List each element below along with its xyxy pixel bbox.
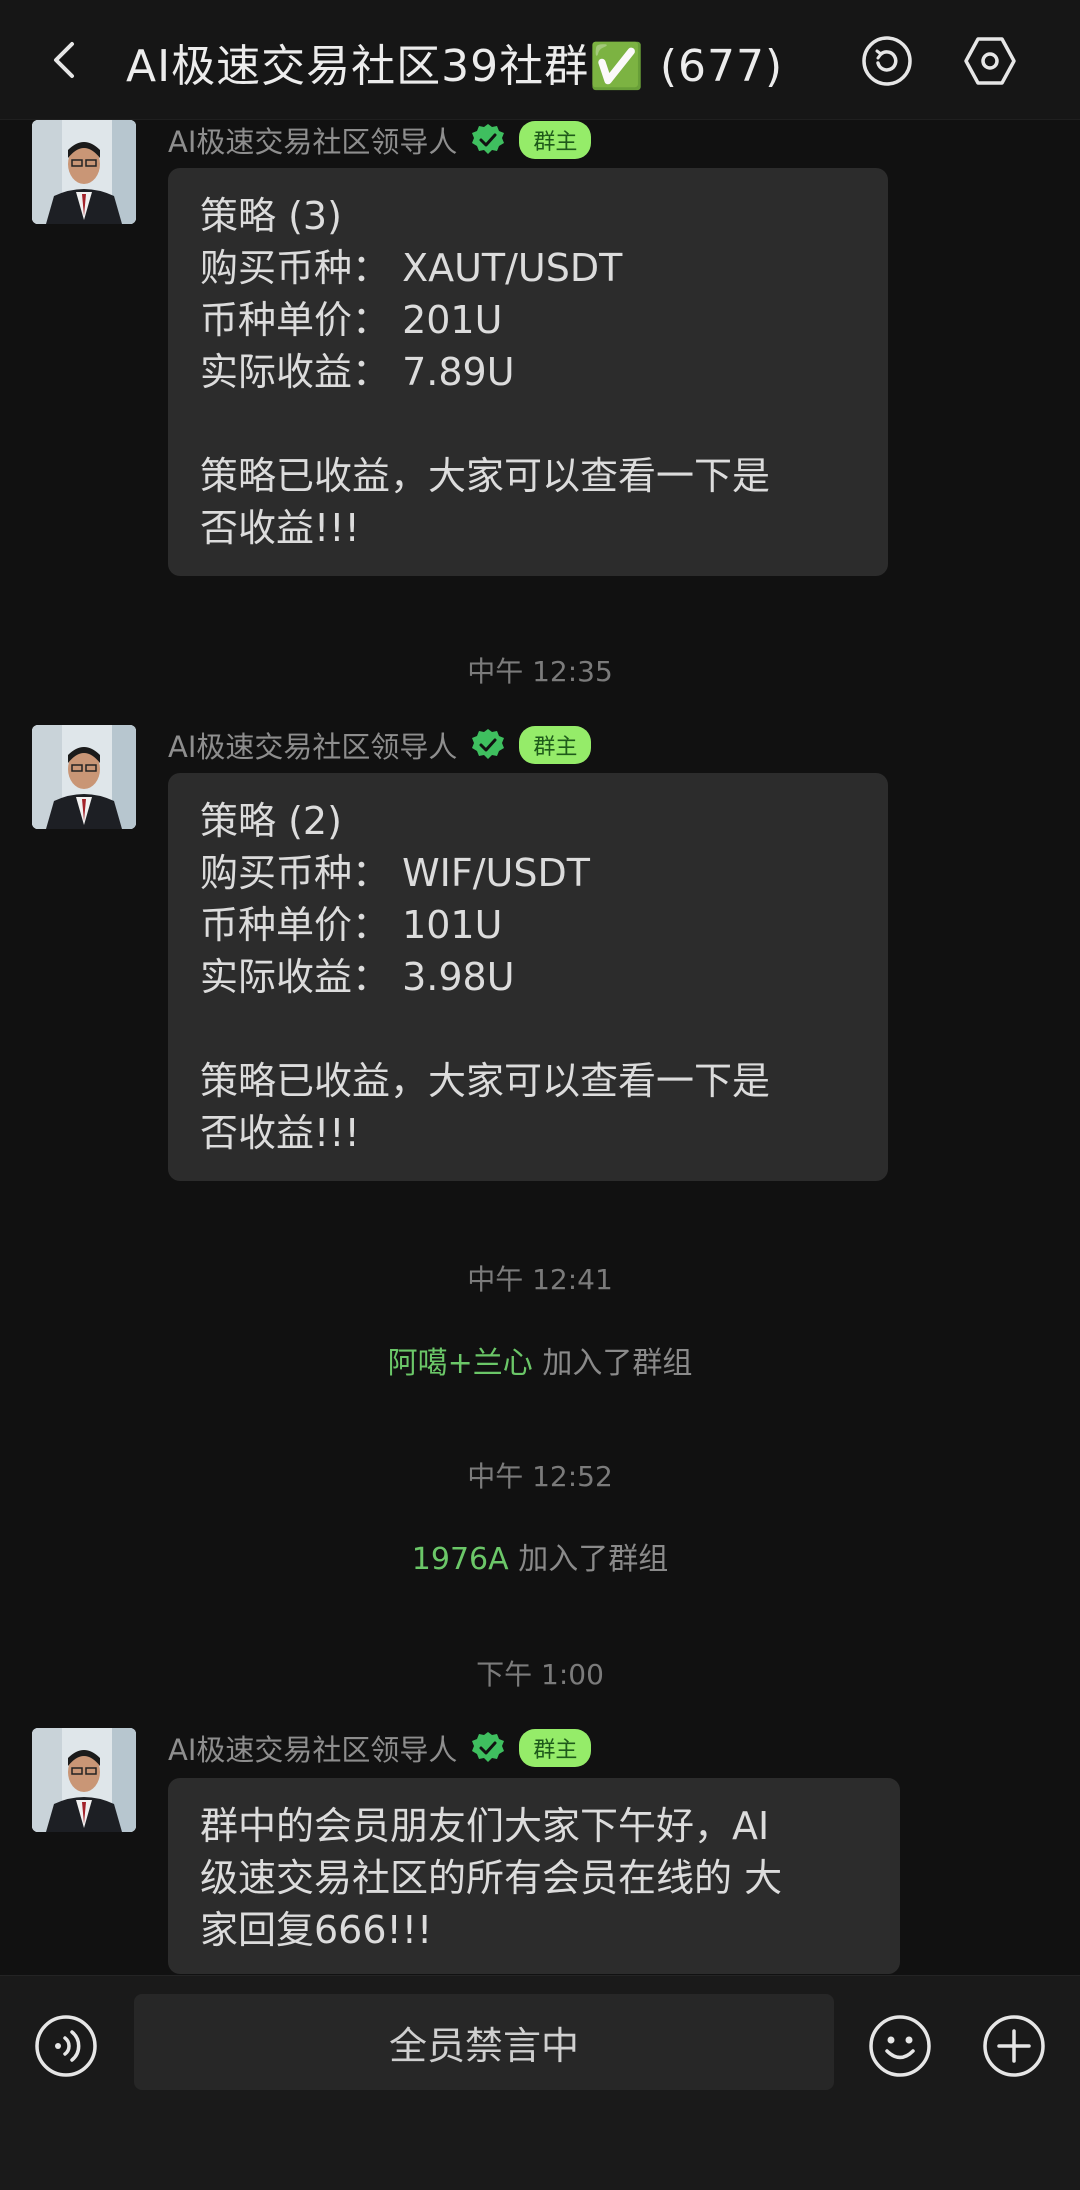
plus-icon[interactable] (982, 2014, 1046, 2078)
message-line: 家回复666!!! (200, 1908, 433, 1952)
message-line: 策略 (3) (200, 194, 342, 238)
line-break (200, 398, 856, 450)
message-line: 购买币种： WIF/USDT (200, 851, 590, 895)
muted-label: 全员禁言中 (388, 2023, 579, 2068)
message-bubble[interactable]: 策略 (2) 购买币种： WIF/USDT 币种单价： 101U 实际收益： 3… (168, 773, 888, 1181)
settings-icon[interactable] (963, 34, 1017, 88)
message-line: 策略已收益，大家可以查看一下是 (200, 1059, 771, 1103)
owner-badge: 群主 (519, 1729, 592, 1767)
message-line: 级速交易社区的所有会员在线的 大 (200, 1856, 783, 1900)
message-line: 否收益!!! (200, 1111, 360, 1155)
muted-notice: 全员禁言中 (134, 1994, 834, 2090)
line-break (200, 1003, 856, 1055)
message-line: 策略已收益，大家可以查看一下是 (200, 454, 771, 498)
message-line: 策略 (2) (200, 799, 342, 843)
sender-name[interactable]: AI极速交易社区领导人 (168, 1727, 457, 1769)
message-line: 否收益!!! (200, 506, 360, 550)
chat-history-icon[interactable] (860, 34, 914, 88)
system-notice: 1976A 加入了群组 (0, 1534, 1080, 1578)
message-line: 购买币种： XAUT/USDT (200, 246, 623, 290)
message-line: 实际收益： 3.98U (200, 955, 515, 999)
timestamp: 下午 1:00 (476, 1658, 604, 1691)
owner-badge: 群主 (519, 121, 592, 159)
message-bubble[interactable]: 策略 (3) 购买币种： XAUT/USDT 币种单价： 201U 实际收益： … (168, 168, 888, 576)
sender-row: AI极速交易社区领导人 群主 (168, 724, 592, 766)
chat-title: AI极速交易社区39社群✅ (677) (126, 41, 784, 92)
message-bubble[interactable]: 群中的会员朋友们大家下午好，AI 级速交易社区的所有会员在线的 大 家回复666… (168, 1778, 900, 1974)
system-text: 加入了群组 (542, 1346, 693, 1381)
verified-icon (472, 1732, 505, 1762)
timestamp: 中午 12:52 (467, 1460, 613, 1493)
member-name[interactable]: 阿噶+兰心 (388, 1346, 533, 1381)
message-line: 群中的会员朋友们大家下午好，AI (200, 1804, 770, 1848)
sender-name[interactable]: AI极速交易社区领导人 (168, 724, 457, 766)
sender-row: AI极速交易社区领导人 群主 (168, 120, 592, 161)
voice-icon[interactable] (34, 2014, 98, 2078)
member-name[interactable]: 1976A (412, 1542, 509, 1577)
input-bar: 全员禁言中 (0, 1975, 1080, 2190)
emoji-icon[interactable] (868, 2014, 932, 2078)
verified-icon (472, 124, 505, 154)
message-list[interactable]: AI极速交易社区领导人 群主 策略 (3) 购买币种： XAUT/USDT 币种… (0, 120, 1080, 1975)
message-line: 币种单价： 201U (200, 298, 503, 342)
message-line: 币种单价： 101U (200, 903, 503, 947)
sender-row: AI极速交易社区领导人 群主 (168, 1727, 592, 1769)
system-text: 加入了群组 (518, 1542, 669, 1577)
avatar[interactable] (32, 725, 136, 829)
owner-badge: 群主 (519, 726, 592, 764)
timestamp: 中午 12:35 (467, 655, 613, 688)
avatar[interactable] (32, 1728, 136, 1832)
avatar[interactable] (32, 120, 136, 224)
system-notice: 阿噶+兰心 加入了群组 (0, 1338, 1080, 1382)
message-line: 实际收益： 7.89U (200, 350, 515, 394)
back-icon[interactable] (44, 38, 88, 82)
verified-icon (472, 729, 505, 759)
timestamp: 中午 12:41 (467, 1263, 613, 1296)
chat-header: AI极速交易社区39社群✅ (677) (0, 0, 1080, 120)
sender-name[interactable]: AI极速交易社区领导人 (168, 120, 457, 161)
